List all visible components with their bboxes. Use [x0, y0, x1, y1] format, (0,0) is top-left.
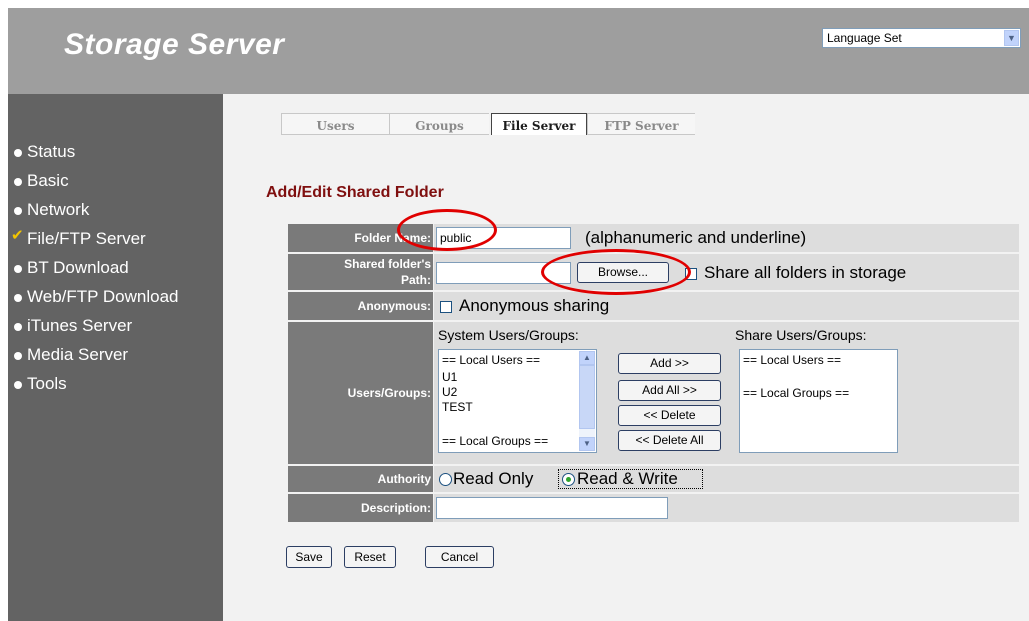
- radio-selected-dot: [566, 477, 571, 482]
- folder-name-row: public (alphanumeric and underline): [434, 224, 1019, 252]
- list-item[interactable]: U1: [442, 370, 457, 384]
- list-item[interactable]: == Local Groups ==: [442, 434, 548, 448]
- bullet-icon: [14, 323, 22, 331]
- sidebar-item-label: Media Server: [27, 345, 129, 364]
- anonymous-label: Anonymous:: [288, 292, 433, 320]
- header: Storage Server Language Set ▼: [8, 8, 1029, 94]
- list-item[interactable]: == Local Groups ==: [743, 386, 849, 400]
- bullet-icon: [14, 265, 22, 273]
- delete-button[interactable]: << Delete: [618, 405, 721, 426]
- reset-button[interactable]: Reset: [344, 546, 396, 568]
- bullet-icon: [14, 294, 22, 302]
- path-label-line2: Path:: [401, 273, 431, 287]
- scroll-up-icon[interactable]: ▲: [579, 351, 595, 365]
- system-users-title: System Users/Groups:: [438, 327, 579, 343]
- path-label: Shared folder's Path:: [288, 254, 433, 290]
- users-groups-row: System Users/Groups: == Local Users == U…: [434, 322, 1019, 464]
- read-only-label: Read Only: [453, 469, 534, 488]
- add-all-button[interactable]: Add All >>: [618, 380, 721, 401]
- main-content: Users Groups File Server FTP Server Add/…: [223, 94, 1029, 621]
- list-item[interactable]: == Local Users ==: [442, 353, 540, 367]
- read-write-label: Read & Write: [577, 469, 678, 488]
- tab-label: Groups: [415, 119, 464, 133]
- share-users-title: Share Users/Groups:: [735, 327, 867, 343]
- annotation-circle-browse: [541, 249, 691, 295]
- tab-file-server[interactable]: File Server: [491, 113, 587, 135]
- delete-all-button[interactable]: << Delete All: [618, 430, 721, 451]
- anonymous-option-label: Anonymous sharing: [459, 296, 610, 315]
- sidebar-item-label: BT Download: [27, 258, 129, 277]
- list-item[interactable]: U2: [442, 385, 457, 399]
- description-input[interactable]: [436, 497, 668, 519]
- language-select-value: Language Set: [827, 31, 902, 45]
- tab-label: File Server: [502, 119, 576, 133]
- section-title: Add/Edit Shared Folder: [266, 184, 444, 201]
- sidebar-item-label: File/FTP Server: [27, 229, 146, 248]
- read-only-radio[interactable]: [439, 473, 452, 486]
- tab-label: FTP Server: [604, 119, 679, 133]
- tab-label: Users: [316, 119, 355, 133]
- bullet-icon: [14, 207, 22, 215]
- path-label-line1: Shared folder's: [344, 257, 431, 271]
- tab-users[interactable]: Users: [281, 113, 389, 135]
- list-item[interactable]: TEST: [442, 400, 473, 414]
- sidebar-item-label: Web/FTP Download: [27, 287, 179, 306]
- language-select[interactable]: Language Set ▼: [822, 28, 1021, 48]
- scroll-down-icon[interactable]: ▼: [579, 437, 595, 451]
- read-write-radio[interactable]: [562, 473, 575, 486]
- tab-groups[interactable]: Groups: [389, 113, 489, 135]
- bullet-icon: [14, 352, 22, 360]
- sidebar-item-label: Basic: [27, 171, 69, 190]
- tab-ftp-server[interactable]: FTP Server: [587, 113, 695, 135]
- anonymous-checkbox[interactable]: [440, 301, 452, 313]
- share-all-label: Share all folders in storage: [704, 263, 907, 282]
- sidebar: Status Basic Network ✔ File/FTP Server B…: [8, 94, 223, 621]
- bullet-icon: [14, 149, 22, 157]
- authority-row: Read Only Read & Write: [434, 466, 1019, 492]
- list-item[interactable]: == Local Users ==: [743, 353, 841, 367]
- cancel-button[interactable]: Cancel: [425, 546, 494, 568]
- sidebar-item-label: Status: [27, 142, 76, 161]
- description-row: [434, 494, 1019, 522]
- share-users-list[interactable]: == Local Users == == Local Groups ==: [739, 349, 898, 453]
- bullet-icon: [14, 381, 22, 389]
- check-icon: ✔: [11, 227, 24, 244]
- add-button[interactable]: Add >>: [618, 353, 721, 374]
- annotation-circle-folder-name: [397, 209, 497, 251]
- chevron-down-icon[interactable]: ▼: [1004, 30, 1019, 46]
- app-frame: Storage Server Language Set ▼ Status Bas…: [8, 8, 1029, 621]
- system-users-list[interactable]: == Local Users == U1 U2 TEST == Local Gr…: [438, 349, 597, 453]
- sidebar-item-label: iTunes Server: [27, 316, 133, 335]
- save-button[interactable]: Save: [286, 546, 332, 568]
- authority-label: Authority: [288, 466, 433, 492]
- bullet-icon: [14, 178, 22, 186]
- sidebar-item-label: Network: [27, 200, 90, 219]
- sidebar-item-label: Tools: [27, 374, 67, 393]
- app-title: Storage Server: [64, 28, 285, 61]
- anonymous-row: Anonymous sharing: [434, 292, 1019, 320]
- users-groups-label: Users/Groups:: [288, 322, 433, 464]
- folder-name-hint: (alphanumeric and underline): [585, 228, 807, 247]
- path-row: Browse... Share all folders in storage: [434, 254, 1019, 290]
- scroll-thumb[interactable]: [579, 365, 595, 429]
- description-label: Description:: [288, 494, 433, 522]
- system-users-scrollbar[interactable]: ▲ ▼: [579, 351, 595, 451]
